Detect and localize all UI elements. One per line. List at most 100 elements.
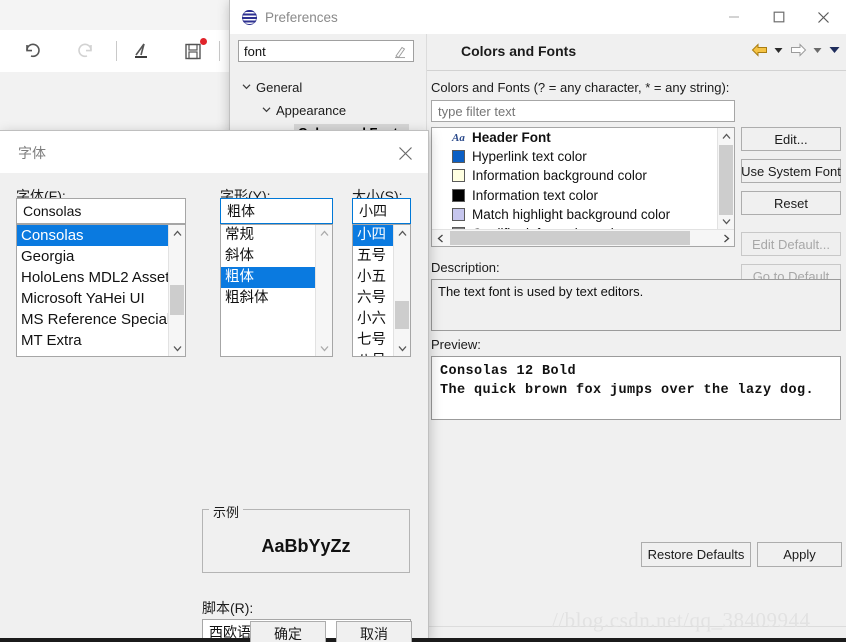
chevron-down-icon[interactable] [262, 105, 276, 115]
scroll-up-icon[interactable] [718, 128, 734, 144]
font-option-consolas[interactable]: Consolas [17, 225, 168, 246]
tree-horizontal-scrollbar[interactable] [432, 229, 734, 246]
tree-item-label: Match highlight background color [472, 206, 671, 222]
undo-icon[interactable] [12, 31, 52, 71]
font-option-mt-extra[interactable]: MT Extra [17, 330, 168, 351]
font-style-input[interactable]: 粗体 [220, 198, 333, 224]
tree-item-label: Hyperlink text color [472, 149, 587, 165]
chevron-down-icon[interactable] [242, 82, 256, 92]
tree-vertical-scrollbar[interactable] [717, 128, 734, 229]
description-box: The text font is used by text editors. [431, 279, 841, 331]
font-family-input[interactable]: Consolas [16, 198, 186, 224]
font-option-hololens-mdl2-assets[interactable]: HoloLens MDL2 Assets [17, 267, 168, 288]
color-swatch-icon [452, 207, 465, 221]
tree-item-information-background-color[interactable]: Information background color [432, 166, 717, 185]
scroll-up-icon[interactable] [316, 225, 332, 241]
font-style-list[interactable]: 常规 斜体 粗体 粗斜体 [220, 224, 333, 357]
font-script-label: 脚本(R): [202, 600, 254, 616]
size-option-xiaowu[interactable]: 小五 [353, 267, 393, 288]
preview-line-2: The quick brown fox jumps over the lazy … [440, 383, 815, 398]
size-option-wuhao[interactable]: 五号 [353, 246, 393, 267]
sidebar-item-appearance[interactable]: Appearance [262, 101, 346, 119]
scroll-down-icon[interactable] [169, 340, 185, 356]
page-header: Colors and Fonts [427, 34, 846, 71]
save-icon[interactable] [173, 31, 213, 71]
font-option-microsoft-yahei-ui[interactable]: Microsoft YaHei UI [17, 288, 168, 309]
size-option-liuhao[interactable]: 六号 [353, 288, 393, 309]
tree-scroll-thumb[interactable] [719, 145, 733, 215]
pen-underline-icon[interactable] [121, 31, 161, 71]
font-style-scrollbar[interactable] [315, 225, 332, 356]
page-menu-chevron-down-icon[interactable] [828, 41, 841, 59]
font-family-list[interactable]: Consolas Georgia HoloLens MDL2 Assets Mi… [16, 224, 186, 357]
font-dialog-cancel-button[interactable]: 取消 [336, 621, 412, 642]
style-option-bold[interactable]: 粗体 [221, 267, 315, 288]
reset-button[interactable]: Reset [741, 191, 841, 215]
scroll-down-icon[interactable] [718, 213, 734, 229]
eclipse-logo-icon [242, 9, 257, 25]
maximize-button[interactable] [756, 0, 801, 34]
scroll-up-icon[interactable] [169, 225, 185, 241]
size-option-xiaoliu[interactable]: 小六 [353, 309, 393, 330]
scroll-down-icon[interactable] [394, 340, 410, 356]
font-dialog-title-bar[interactable]: 字体 [0, 131, 428, 173]
minimize-button[interactable] [711, 0, 756, 34]
back-history-chevron-down-icon[interactable] [772, 41, 785, 59]
restore-defaults-button[interactable]: Restore Defaults [641, 542, 751, 567]
font-aa-icon: Aa [452, 131, 465, 144]
font-family-options-viewport: Consolas Georgia HoloLens MDL2 Assets Mi… [17, 225, 168, 356]
screenshot-root: Preferences font General Appearance Colo… [0, 0, 846, 642]
size-option-bahao[interactable]: 八号 [353, 351, 393, 356]
style-option-bold-italic[interactable]: 粗斜体 [221, 288, 315, 309]
preview-label: Preview: [431, 337, 481, 352]
forward-arrow-icon[interactable] [789, 41, 807, 59]
style-option-regular[interactable]: 常规 [221, 225, 315, 246]
size-option-xiaosi[interactable]: 小四 [353, 225, 393, 246]
preferences-filter-input[interactable]: font [238, 40, 414, 62]
tree-item-header-font[interactable]: Aa Header Font [432, 128, 717, 147]
size-option-qihao[interactable]: 七号 [353, 330, 393, 351]
close-icon[interactable] [394, 142, 416, 164]
scroll-right-icon[interactable] [718, 230, 734, 246]
font-size-scrollbar[interactable] [393, 225, 410, 356]
preferences-title-bar[interactable]: Preferences [230, 0, 846, 34]
forward-history-chevron-down-icon[interactable] [811, 41, 824, 59]
edit-button[interactable]: Edit... [741, 127, 841, 151]
scroll-left-icon[interactable] [432, 230, 448, 246]
font-size-scroll-thumb[interactable] [395, 301, 409, 329]
font-option-georgia[interactable]: Georgia [17, 246, 168, 267]
font-option-ms-reference-specialty[interactable]: MS Reference Specialt [17, 309, 168, 330]
clear-filter-icon[interactable] [393, 45, 407, 59]
tree-item-match-highlight-background-color[interactable]: Match highlight background color [432, 205, 717, 224]
style-option-italic[interactable]: 斜体 [221, 246, 315, 267]
description-label: Description: [431, 260, 500, 275]
close-button[interactable] [801, 0, 846, 34]
sidebar-item-general[interactable]: General [242, 78, 302, 96]
colors-and-fonts-tree[interactable]: Aa Header Font Hyperlink text color Info… [431, 127, 735, 247]
back-arrow-icon[interactable] [750, 41, 768, 59]
font-sample-text: AaBbYyZz [261, 536, 351, 556]
window-controls [711, 0, 846, 34]
font-size-list[interactable]: 小四 五号 小五 六号 小六 七号 八号 [352, 224, 411, 357]
bottom-edge-bar [0, 638, 846, 642]
font-size-input[interactable]: 小四 [352, 198, 411, 224]
font-family-scroll-thumb[interactable] [170, 285, 184, 315]
color-swatch-icon [452, 188, 465, 202]
colors-and-fonts-filter-input[interactable] [431, 100, 735, 122]
toolbar-divider-1 [116, 41, 117, 61]
scroll-down-icon[interactable] [316, 340, 332, 356]
page-title: Colors and Fonts [461, 43, 577, 59]
tree-hscroll-thumb[interactable] [450, 231, 690, 245]
preview-box: Consolas 12 Bold The quick brown fox jum… [431, 356, 841, 420]
filter-description-label: Colors and Fonts (? = any character, * =… [431, 80, 730, 95]
use-system-font-button[interactable]: Use System Font [741, 159, 841, 183]
font-dialog-ok-button[interactable]: 确定 [250, 621, 326, 642]
font-option-segoe-marker[interactable]: Segoe Marker [17, 351, 168, 356]
scroll-up-icon[interactable] [394, 225, 410, 241]
tree-item-information-text-color[interactable]: Information text color [432, 186, 717, 205]
redo-icon [66, 31, 106, 71]
tree-item-hyperlink-text-color[interactable]: Hyperlink text color [432, 147, 717, 166]
font-family-scrollbar[interactable] [168, 225, 185, 356]
apply-button[interactable]: Apply [757, 542, 842, 567]
preview-line-1: Consolas 12 Bold [440, 364, 577, 379]
